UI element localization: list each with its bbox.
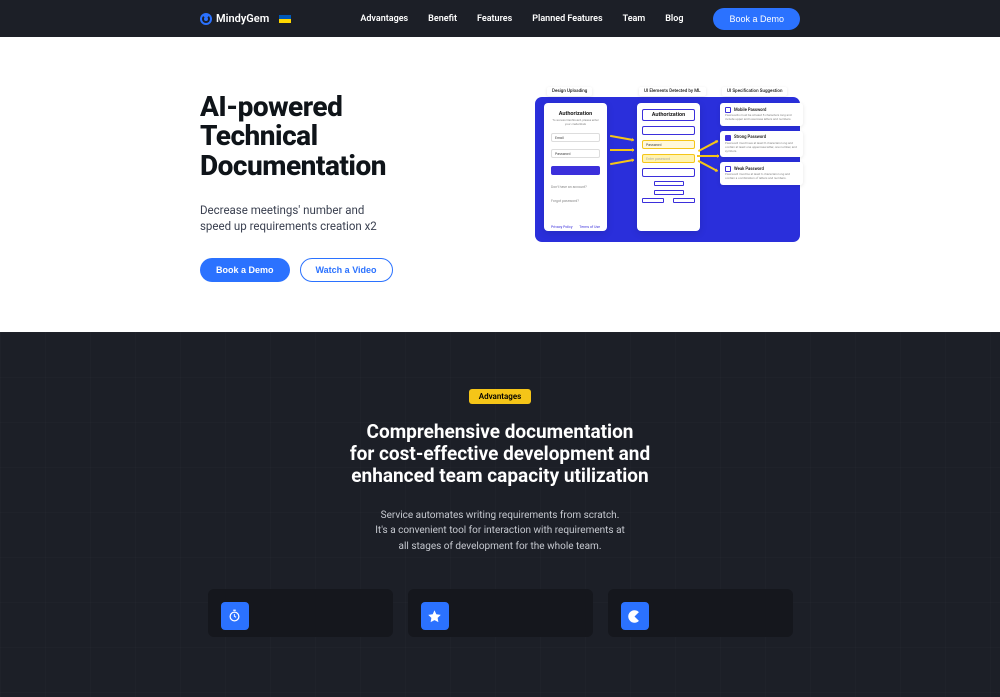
star-icon — [421, 602, 449, 630]
pacman-icon — [621, 602, 649, 630]
feature-card — [408, 589, 593, 637]
hero-subtitle: Decrease meetings' number and speed up r… — [200, 202, 475, 234]
feature-card — [208, 589, 393, 637]
checkbox-checked-icon — [725, 135, 731, 141]
nav-features[interactable]: Features — [477, 14, 512, 24]
nav-benefit[interactable]: Benefit — [428, 14, 457, 24]
book-demo-button[interactable]: Book a Demo — [200, 258, 290, 282]
arrow-icon — [698, 160, 718, 172]
graphic-card-1: Authorization To access Dashboard, pleas… — [544, 103, 607, 231]
hero: AI-powered Technical Documentation Decre… — [0, 37, 1000, 332]
graphic-card-3: Mobile Password Passwords must be at lea… — [720, 103, 803, 231]
nav-planned-features[interactable]: Planned Features — [532, 14, 602, 24]
hero-title-l3: Documentation — [200, 149, 386, 182]
book-demo-button-header[interactable]: Book a Demo — [713, 8, 800, 30]
advantages-badge: Advantages — [469, 389, 532, 404]
arrow-icon — [697, 155, 719, 157]
feature-cards — [0, 589, 1000, 637]
hero-title-l2: Technical — [200, 119, 318, 152]
graphic-canvas: Design Uploading UI Elements Detected by… — [535, 97, 800, 242]
advantages-sub: Service automates writing requirements f… — [0, 508, 1000, 555]
hero-title: AI-powered Technical Documentation — [200, 92, 475, 180]
nav: Advantages Benefit Features Planned Feat… — [360, 14, 683, 24]
advantages-title: Comprehensive documentation for cost-eff… — [0, 421, 1000, 487]
graphic-tag-1: Design Uploading — [547, 87, 592, 96]
graphic-tag-2: UI Elements Detected by ML — [639, 87, 706, 96]
nav-blog[interactable]: Blog — [665, 14, 683, 24]
feature-card — [608, 589, 793, 637]
logo[interactable]: MindyGem — [200, 12, 291, 25]
nav-advantages[interactable]: Advantages — [360, 14, 408, 24]
flag-icon — [279, 15, 291, 23]
hero-actions: Book a Demo Watch a Video — [200, 258, 475, 282]
hero-graphic: Design Uploading UI Elements Detected by… — [525, 92, 800, 282]
logo-text: MindyGem — [216, 12, 269, 25]
graphic-tag-3: UI Specification Suggestion — [722, 87, 787, 96]
graphic-card-2: Authorization Password Enter password — [637, 103, 700, 231]
watch-video-button[interactable]: Watch a Video — [300, 258, 393, 282]
hero-text: AI-powered Technical Documentation Decre… — [200, 92, 475, 282]
header: MindyGem Advantages Benefit Features Pla… — [0, 0, 1000, 37]
arrow-icon — [610, 149, 634, 151]
stopwatch-icon — [221, 602, 249, 630]
hero-title-l1: AI-powered — [200, 90, 342, 123]
logo-icon — [200, 13, 212, 25]
arrow-icon — [698, 140, 718, 152]
arrow-icon — [610, 159, 634, 165]
advantages-section: Advantages Comprehensive documentation f… — [0, 332, 1000, 697]
arrow-icon — [610, 135, 634, 141]
nav-team[interactable]: Team — [623, 14, 646, 24]
